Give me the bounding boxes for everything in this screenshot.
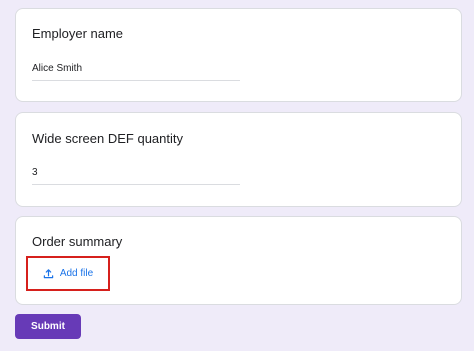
employer-name-value: Alice Smith xyxy=(32,63,83,74)
order-summary-label: Order summary xyxy=(32,234,123,249)
employer-name-card: Employer name Alice Smith xyxy=(15,8,462,102)
upload-icon xyxy=(43,269,54,279)
quantity-label: Wide screen DEF quantity xyxy=(32,131,184,146)
quantity-value: 3 xyxy=(32,167,38,178)
order-summary-card: Order summary Add file xyxy=(15,216,462,305)
employer-name-field[interactable]: Alice Smith xyxy=(32,58,240,81)
submit-button[interactable]: Submit xyxy=(15,314,81,339)
quantity-card: Wide screen DEF quantity 3 xyxy=(15,112,462,207)
add-file-button[interactable]: Add file xyxy=(26,256,110,291)
employer-name-label: Employer name xyxy=(32,26,124,41)
add-file-label: Add file xyxy=(59,268,94,279)
quantity-field[interactable]: 3 xyxy=(32,162,240,185)
